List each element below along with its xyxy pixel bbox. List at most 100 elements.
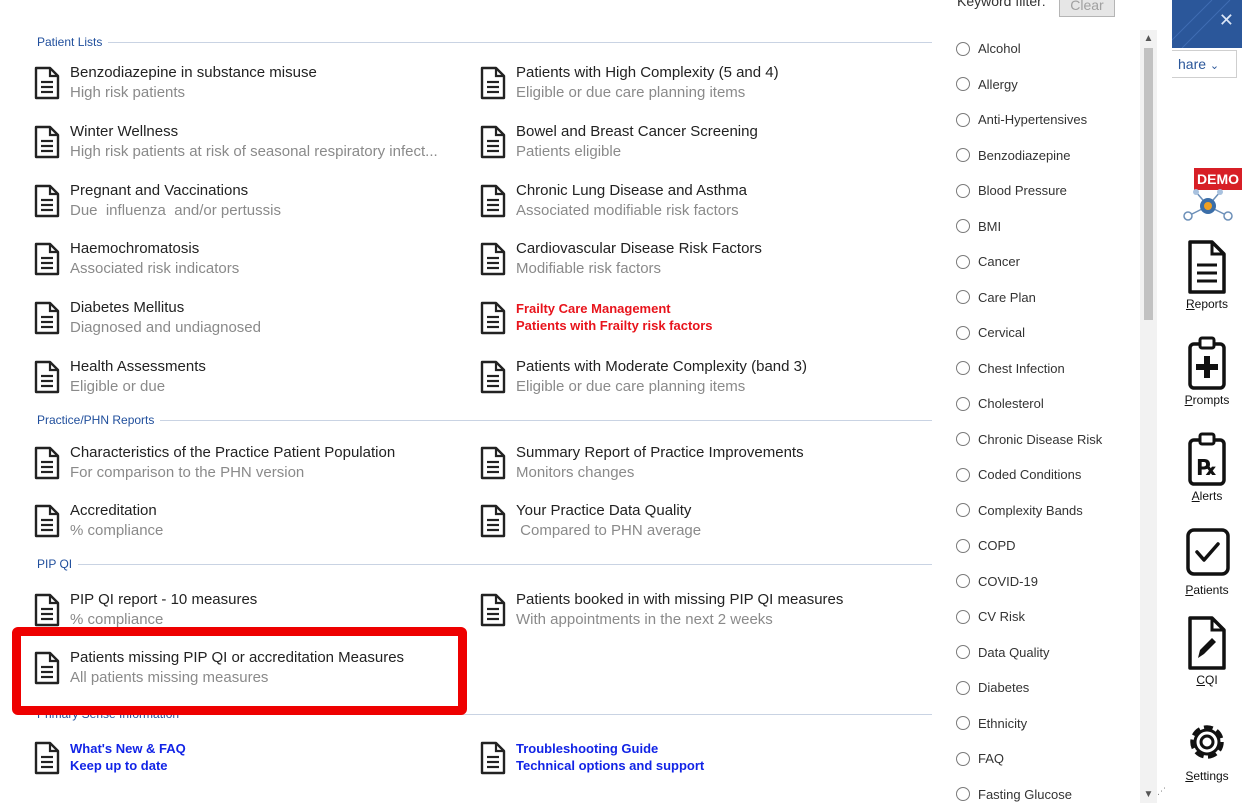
document-icon	[480, 242, 506, 276]
radio-button-icon[interactable]	[956, 325, 970, 340]
report-troubleshooting[interactable]: Troubleshooting Guide Technical options a…	[480, 738, 704, 775]
keyword-option[interactable]: Cholesterol	[940, 386, 1145, 422]
keyword-option[interactable]: Coded Conditions	[940, 457, 1145, 493]
radio-button-icon[interactable]	[956, 41, 970, 56]
report-whats-new-faq[interactable]: What's New & FAQ Keep up to date	[34, 738, 186, 775]
prompts-button[interactable]: Prompts	[1172, 334, 1242, 407]
report-subtitle: Diagnosed and undiagnosed	[70, 319, 261, 336]
keyword-scrollbar[interactable]: ▲ ▼	[1140, 30, 1157, 803]
keyword-option[interactable]: COVID-19	[940, 564, 1145, 600]
report-frailty-care[interactable]: Frailty Care Management Patients with Fra…	[480, 298, 713, 335]
share-button[interactable]: hare ⌄	[1172, 50, 1237, 78]
keyword-option[interactable]: Alcohol	[940, 31, 1145, 67]
radio-button-icon[interactable]	[956, 716, 970, 731]
report-health-assessments[interactable]: Health Assessments Eligible or due	[34, 357, 206, 397]
keyword-option[interactable]: Anti-Hypertensives	[940, 102, 1145, 138]
radio-button-icon[interactable]	[956, 148, 970, 163]
alerts-label: Alerts	[1191, 489, 1223, 503]
report-subtitle: Associated risk indicators	[70, 260, 240, 277]
reports-panel: Patient Lists Benzodiazepine in substanc…	[0, 0, 940, 803]
radio-button-icon[interactable]	[956, 609, 970, 624]
report-pip-booked-missing[interactable]: Patients booked in with missing PIP QI m…	[480, 590, 843, 630]
radio-button-icon[interactable]	[956, 680, 970, 695]
document-icon	[34, 184, 60, 218]
section-title: Patient Lists	[37, 35, 103, 49]
radio-button-icon[interactable]	[956, 290, 970, 305]
report-title: Frailty Care Management	[516, 301, 671, 316]
keyword-option[interactable]: Allergy	[940, 67, 1145, 103]
resize-grip-icon[interactable]: ⋰	[1157, 786, 1166, 797]
scroll-up-icon[interactable]: ▲	[1140, 30, 1157, 47]
clipboard-plus-icon	[1188, 336, 1226, 390]
keyword-option[interactable]: Cancer	[940, 244, 1145, 280]
section-header-patient-lists: Patient Lists	[37, 35, 932, 49]
close-icon[interactable]: ✕	[1219, 10, 1234, 31]
keyword-label: COPD	[978, 538, 1016, 554]
scroll-down-icon[interactable]: ▼	[1140, 786, 1157, 803]
radio-button-icon[interactable]	[956, 77, 970, 92]
report-cvd-risk-factors[interactable]: Cardiovascular Disease Risk Factors Modif…	[480, 239, 762, 279]
report-bowel-breast-screening[interactable]: Bowel and Breast Cancer Screening Patient…	[480, 122, 758, 162]
report-data-quality[interactable]: Your Practice Data Quality Compared to P…	[480, 501, 701, 541]
keyword-option[interactable]: Benzodiazepine	[940, 138, 1145, 174]
keyword-option[interactable]: Ethnicity	[940, 706, 1145, 742]
window-titlebar: ✕	[1172, 0, 1242, 48]
scroll-thumb[interactable]	[1144, 48, 1153, 320]
radio-button-icon[interactable]	[956, 751, 970, 766]
report-chronic-lung-disease[interactable]: Chronic Lung Disease and Asthma Associate…	[480, 181, 747, 221]
document-icon	[34, 66, 60, 100]
document-icon	[34, 446, 60, 480]
keyword-option[interactable]: Chest Infection	[940, 351, 1145, 387]
radio-button-icon[interactable]	[956, 183, 970, 198]
alerts-button[interactable]: ℞ Alerts	[1172, 430, 1242, 503]
radio-button-icon[interactable]	[956, 467, 970, 482]
report-winter-wellness[interactable]: Winter Wellness High risk patients at ris…	[34, 122, 438, 162]
radio-button-icon[interactable]	[956, 254, 970, 269]
report-summary-improvements[interactable]: Summary Report of Practice Improvements M…	[480, 443, 804, 483]
settings-button[interactable]: Settings	[1172, 710, 1242, 783]
radio-button-icon[interactable]	[956, 538, 970, 553]
radio-button-icon[interactable]	[956, 787, 970, 802]
report-subtitle: Technical options and support	[516, 758, 705, 773]
keyword-label: Coded Conditions	[978, 467, 1082, 483]
report-accreditation[interactable]: Accreditation % compliance	[34, 501, 163, 541]
keyword-label: COVID-19	[978, 573, 1038, 589]
report-subtitle: High risk patients	[70, 84, 186, 101]
keyword-option[interactable]: Blood Pressure	[940, 173, 1145, 209]
keyword-option[interactable]: CV Risk	[940, 599, 1145, 635]
report-benzodiazepine[interactable]: Benzodiazepine in substance misuse High r…	[34, 63, 317, 103]
report-title: Pregnant and Vaccinations	[70, 182, 249, 199]
keyword-option[interactable]: Fasting Glucose	[940, 777, 1145, 803]
report-pregnant-vaccinations[interactable]: Pregnant and Vaccinations Due influenza a…	[34, 181, 281, 221]
report-moderate-complexity[interactable]: Patients with Moderate Complexity (band …	[480, 357, 807, 397]
radio-button-icon[interactable]	[956, 219, 970, 234]
radio-button-icon[interactable]	[956, 432, 970, 447]
report-haemochromatosis[interactable]: Haemochromatosis Associated risk indicato…	[34, 239, 239, 279]
clear-button[interactable]: Clear	[1059, 0, 1115, 17]
keyword-option[interactable]: COPD	[940, 528, 1145, 564]
radio-button-icon[interactable]	[956, 396, 970, 411]
report-pip-qi-10-measures[interactable]: PIP QI report - 10 measures% compliance	[34, 590, 257, 630]
report-high-complexity[interactable]: Patients with High Complexity (5 and 4) E…	[480, 63, 779, 103]
keyword-option[interactable]: Data Quality	[940, 635, 1145, 671]
patients-button[interactable]: Patients	[1172, 524, 1242, 597]
reports-button[interactable]: Reports	[1172, 238, 1242, 311]
report-subtitle: Monitors changes	[516, 464, 635, 481]
radio-button-icon[interactable]	[956, 112, 970, 127]
keyword-option[interactable]: Diabetes	[940, 670, 1145, 706]
radio-button-icon[interactable]	[956, 361, 970, 376]
keyword-option[interactable]: BMI	[940, 209, 1145, 245]
radio-button-icon[interactable]	[956, 645, 970, 660]
keyword-option[interactable]: Care Plan	[940, 280, 1145, 316]
keyword-option[interactable]: Chronic Disease Risk	[940, 422, 1145, 458]
keyword-option[interactable]: Cervical	[940, 315, 1145, 351]
keyword-option[interactable]: Complexity Bands	[940, 493, 1145, 529]
report-diabetes-mellitus[interactable]: Diabetes Mellitus Diagnosed and undiagnos…	[34, 298, 261, 338]
keyword-option[interactable]: FAQ	[940, 741, 1145, 777]
report-practice-characteristics[interactable]: Characteristics of the Practice Patient …	[34, 443, 395, 483]
radio-button-icon[interactable]	[956, 503, 970, 518]
cqi-button[interactable]: CQI	[1172, 614, 1242, 687]
document-icon	[480, 741, 506, 775]
checkbox-icon	[1186, 528, 1230, 576]
radio-button-icon[interactable]	[956, 574, 970, 589]
